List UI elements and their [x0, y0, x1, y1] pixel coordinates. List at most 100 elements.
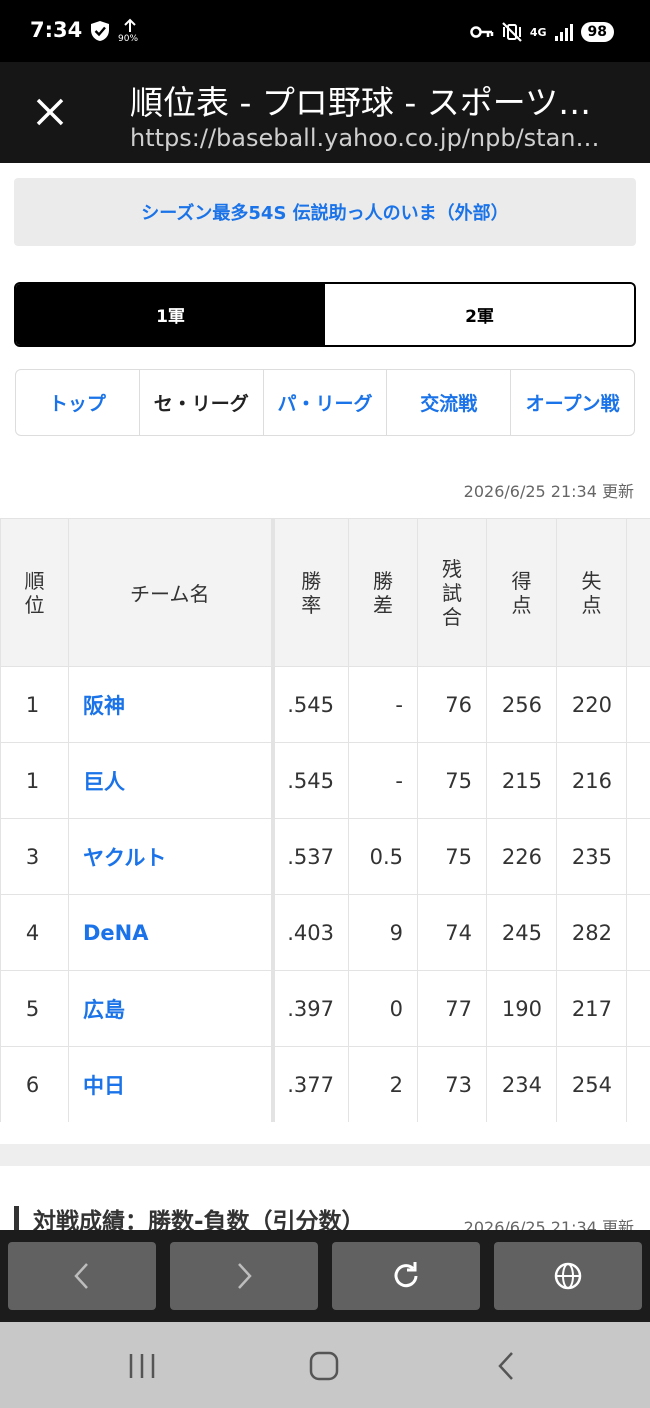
- tab-open-games[interactable]: オープン戦: [511, 370, 634, 435]
- cell-games-behind: 0.5: [348, 818, 418, 895]
- cell-runs-scored: 190: [486, 970, 557, 1047]
- cell-runs-allowed: 235: [556, 818, 627, 895]
- header-team: チーム名: [68, 518, 275, 667]
- cell-more: [626, 666, 650, 743]
- status-bar: 7:34 90% 4G 98: [0, 0, 650, 62]
- upload-percent: 90%: [118, 34, 139, 44]
- recent-apps-icon: [129, 1354, 155, 1378]
- header-remaining: 残試合: [417, 518, 487, 667]
- header-games-behind: 勝差: [348, 518, 418, 667]
- cell-remaining: 75: [417, 818, 487, 895]
- cell-runs-allowed: 282: [556, 894, 627, 971]
- close-icon[interactable]: [30, 92, 70, 132]
- cell-remaining: 76: [417, 666, 487, 743]
- table-row: 3 ヤクルト .537 0.5 75 226 235: [0, 818, 650, 895]
- tab-central-league[interactable]: セ・リーグ: [140, 370, 264, 435]
- team-link[interactable]: ヤクルト: [68, 818, 275, 895]
- team-link[interactable]: 広島: [68, 970, 275, 1047]
- network-type: 4G: [529, 25, 547, 39]
- cell-rank: 3: [0, 818, 69, 895]
- cell-remaining: 77: [417, 970, 487, 1047]
- cell-rank: 6: [0, 1046, 69, 1122]
- cell-win-pct: .403: [272, 894, 349, 971]
- header-rank: 順位: [0, 518, 69, 667]
- cell-runs-scored: 226: [486, 818, 557, 895]
- header-win-pct: 勝率: [272, 518, 349, 667]
- cell-win-pct: .545: [272, 742, 349, 819]
- signal-icon: [554, 24, 573, 41]
- upload-arrow-icon: [124, 18, 136, 32]
- chevron-right-icon: [238, 1263, 252, 1289]
- header-runs-allowed: 失点: [556, 518, 627, 667]
- page-title: 順位表 - プロ野球 - スポーツナビ: [130, 83, 610, 122]
- team-link[interactable]: DeNA: [68, 894, 275, 971]
- table-row: 1 巨人 .545-75 215 216: [0, 742, 650, 819]
- upload-progress: 90%: [118, 18, 142, 46]
- cell-more: [626, 1046, 650, 1122]
- table-row: 4 DeNA .403 9 74 245 282: [0, 894, 650, 971]
- table-row: 1 阪神 .545-76 256 220: [0, 666, 650, 743]
- table-row: 6 中日 .377 2 73 234 254: [0, 1046, 650, 1122]
- team-link[interactable]: 中日: [68, 1046, 275, 1122]
- system-navigation-bar: [0, 1322, 650, 1408]
- home-button[interactable]: [302, 1344, 346, 1388]
- cell-runs-scored: 234: [486, 1046, 557, 1122]
- cell-rank: 5: [0, 970, 69, 1047]
- cell-remaining: 73: [417, 1046, 487, 1122]
- cell-games-behind: -: [348, 666, 418, 743]
- home-icon: [309, 1351, 339, 1381]
- cell-runs-allowed: 220: [556, 666, 627, 743]
- tab-second-squad[interactable]: 2軍: [325, 284, 634, 345]
- section-separator: [0, 1144, 650, 1166]
- cell-games-behind: -: [348, 742, 418, 819]
- tab-top[interactable]: トップ: [16, 370, 140, 435]
- updated-timestamp: 2026/6/25 21:34 更新: [463, 482, 634, 501]
- tab-first-squad[interactable]: 1軍: [16, 284, 325, 345]
- cell-win-pct: .545: [272, 666, 349, 743]
- system-back-button[interactable]: [484, 1344, 528, 1388]
- shield-check-icon: [91, 21, 109, 41]
- header-more: [626, 518, 650, 667]
- cell-runs-scored: 256: [486, 666, 557, 743]
- cell-remaining: 74: [417, 894, 487, 971]
- tab-pacific-league[interactable]: パ・リーグ: [264, 370, 388, 435]
- back-icon: [498, 1352, 513, 1380]
- back-button[interactable]: [8, 1242, 156, 1310]
- cell-games-behind: 9: [348, 894, 418, 971]
- cell-rank: 1: [0, 742, 69, 819]
- news-banner-link[interactable]: シーズン最多54S 伝説助っ人のいま（外部）: [14, 178, 636, 246]
- standings-table: 順位 チーム名 勝率 勝差 残試合 得点 失点 1 阪神 .545-76 256 220…: [0, 518, 650, 1122]
- cell-games-behind: 0: [348, 970, 418, 1047]
- key-icon: [470, 26, 494, 38]
- vibrate-mute-icon: [502, 22, 522, 42]
- squad-toggle: 1軍 2軍: [14, 282, 636, 347]
- cell-rank: 1: [0, 666, 69, 743]
- browser-toolbar: [0, 1230, 650, 1322]
- standings-table-container[interactable]: 順位 チーム名 勝率 勝差 残試合 得点 失点 1 阪神 .545-76 256 220…: [0, 518, 650, 1122]
- battery-level: 98: [580, 22, 614, 42]
- recent-apps-button[interactable]: [120, 1344, 164, 1388]
- page-url[interactable]: https://baseball.yahoo.co.jp/npb/standin…: [130, 124, 610, 152]
- globe-icon: [554, 1262, 582, 1290]
- language-button[interactable]: [494, 1242, 642, 1310]
- cell-win-pct: .377: [272, 1046, 349, 1122]
- cell-rank: 4: [0, 894, 69, 971]
- tab-interleague[interactable]: 交流戦: [387, 370, 512, 435]
- league-tabs: トップ セ・リーグ パ・リーグ 交流戦 オープン戦: [15, 369, 635, 436]
- cell-remaining: 75: [417, 742, 487, 819]
- team-link[interactable]: 阪神: [68, 666, 275, 743]
- forward-button[interactable]: [170, 1242, 318, 1310]
- cell-games-behind: 2: [348, 1046, 418, 1122]
- status-time: 7:34: [30, 18, 83, 42]
- cell-runs-scored: 245: [486, 894, 557, 971]
- cell-more: [626, 894, 650, 971]
- cell-runs-allowed: 216: [556, 742, 627, 819]
- cell-runs-allowed: 217: [556, 970, 627, 1047]
- cell-win-pct: .537: [272, 818, 349, 895]
- reload-button[interactable]: [332, 1242, 480, 1310]
- table-row: 5 広島 .397 0 77 190 217: [0, 970, 650, 1047]
- cell-more: [626, 742, 650, 819]
- cell-win-pct: .397: [272, 970, 349, 1047]
- team-link[interactable]: 巨人: [68, 742, 275, 819]
- cell-more: [626, 818, 650, 895]
